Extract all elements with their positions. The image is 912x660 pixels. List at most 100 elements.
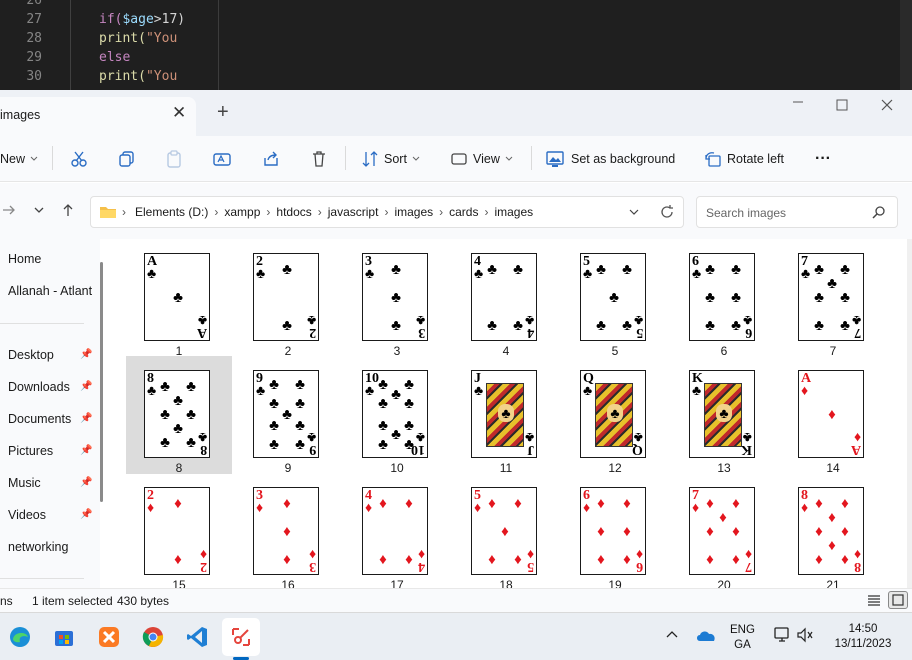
sort-button[interactable]: Sort [361, 136, 420, 182]
file-item[interactable]: 8 ♣ 8 ♣ ♣ ♣ ♣ ♣ ♣ ♣ ♣ ♣ 8 [126, 356, 232, 475]
navigation-scrollbar[interactable] [100, 262, 103, 502]
view-button[interactable]: View [450, 136, 513, 182]
editor-scrollbar[interactable] [900, 0, 912, 90]
breadcrumb-item[interactable]: javascript [328, 205, 379, 219]
refresh-icon[interactable] [659, 204, 675, 223]
chevron-right-icon: › [317, 205, 322, 219]
close-window-icon[interactable] [881, 98, 893, 115]
sidebar-item-networking[interactable]: networking [0, 536, 96, 558]
new-tab-button[interactable]: + [217, 101, 229, 124]
xampp-icon[interactable] [93, 621, 125, 653]
club-pip-icon: ♣ [295, 417, 305, 434]
club-pip-icon: ♣ [269, 417, 279, 434]
network-icon[interactable] [773, 626, 791, 647]
chrome-icon[interactable] [137, 621, 169, 653]
file-item[interactable]: 3 ♣ 3 ♣ ♣ ♣ ♣ 3 [344, 239, 450, 358]
file-item[interactable]: 2 ♣ 2 ♣ ♣ ♣ 2 [235, 239, 341, 358]
sidebar-item-downloads[interactable]: Downloads 📌 [0, 376, 96, 398]
card-corner-index: 3 ♣ [415, 312, 425, 340]
breadcrumb-item[interactable]: images [394, 205, 433, 219]
new-button[interactable]: New [0, 136, 38, 182]
file-item[interactable]: J ♣ J ♣ ♣ 11 [453, 356, 559, 475]
paste-icon [167, 150, 181, 168]
sidebar-item-label: Documents [8, 412, 72, 426]
snipping-tool-icon[interactable] [222, 618, 260, 656]
card-corner-index: 6 ♣ [692, 254, 702, 282]
volume-muted-icon[interactable] [796, 627, 814, 646]
onedrive-icon[interactable] [695, 628, 717, 645]
file-item[interactable]: 6 ♣ 6 ♣ ♣ ♣ ♣ ♣ ♣ ♣ 6 [671, 239, 777, 358]
file-item[interactable]: Q ♣ Q ♣ ♣ 12 [562, 356, 668, 475]
file-item[interactable]: 8 ♦ 8 ♦ ♦ ♦ ♦ ♦ ♦ ♦ ♦ ♦ 21 [780, 473, 886, 588]
chevron-right-icon: › [214, 205, 219, 219]
sidebar-item-pictures[interactable]: Pictures 📌 [0, 440, 96, 462]
content-scrollbar[interactable] [907, 239, 912, 588]
club-pip-icon: ♣ [827, 275, 837, 292]
file-item[interactable]: 3 ♦ 3 ♦ ♦ ♦ ♦ 16 [235, 473, 341, 588]
file-item[interactable]: 6 ♦ 6 ♦ ♦ ♦ ♦ ♦ ♦ ♦ 19 [562, 473, 668, 588]
sidebar-item-home[interactable]: Home [0, 248, 96, 270]
code-line[interactable]: print("You [99, 31, 177, 46]
set-as-background-button[interactable]: Set as background [546, 136, 675, 182]
recent-locations-icon[interactable] [33, 204, 45, 219]
file-item[interactable]: 2 ♦ 2 ♦ ♦ ♦ 15 [126, 473, 232, 588]
thumbnail-view-icon[interactable] [888, 591, 908, 609]
diamond-pip-icon: ♦ [405, 495, 413, 512]
card-corner-index: 8 ♣ [147, 371, 157, 399]
file-item[interactable]: 5 ♣ 5 ♣ ♣ ♣ ♣ ♣ ♣ 5 [562, 239, 668, 358]
copy-button[interactable] [118, 136, 136, 182]
file-item[interactable]: A ♣ A ♣ ♣ 1 [126, 239, 232, 358]
file-item[interactable]: 4 ♣ 4 ♣ ♣ ♣ ♣ ♣ 4 [453, 239, 559, 358]
file-item[interactable]: 5 ♦ 5 ♦ ♦ ♦ ♦ ♦ ♦ 18 [453, 473, 559, 588]
sidebar-item-desktop[interactable]: Desktop 📌 [0, 344, 96, 366]
sidebar-item-documents[interactable]: Documents 📌 [0, 408, 96, 430]
cut-button[interactable] [70, 136, 88, 182]
breadcrumb-item[interactable]: images [494, 205, 533, 219]
breadcrumb-item[interactable]: cards [449, 205, 478, 219]
file-item[interactable]: 7 ♣ 7 ♣ ♣ ♣ ♣ ♣ ♣ ♣ ♣ 7 [780, 239, 886, 358]
code-line[interactable]: if($age>17) [99, 12, 185, 27]
toolbar-separator [531, 146, 532, 170]
delete-button[interactable] [310, 136, 328, 182]
chevron-up-icon[interactable] [666, 629, 678, 642]
details-view-icon[interactable] [867, 593, 881, 610]
code-line[interactable]: print("You [99, 69, 177, 84]
card-thumbnail: 8 ♦ 8 ♦ ♦ ♦ ♦ ♦ ♦ ♦ ♦ ♦ [798, 487, 864, 575]
code-line[interactable]: else [99, 50, 130, 65]
file-item[interactable]: A ♦ A ♦ ♦ 14 [780, 356, 886, 475]
share-button[interactable] [262, 136, 280, 182]
breadcrumb-item[interactable]: xampp [224, 205, 260, 219]
up-arrow-icon[interactable] [61, 203, 75, 220]
breadcrumb-item[interactable]: Elements (D:) [135, 205, 208, 219]
file-item[interactable]: K ♣ K ♣ ♣ 13 [671, 356, 777, 475]
language-indicator[interactable]: ENG GA [730, 623, 755, 653]
search-icon [872, 205, 886, 222]
address-bar[interactable]: › Elements (D:) › xampp › htdocs › javascri… [90, 196, 684, 228]
card-corner-index: 2 ♣ [256, 254, 266, 282]
sidebar-item-music[interactable]: Music 📌 [0, 472, 96, 494]
tab-images[interactable]: images ✕ [0, 97, 196, 136]
file-item[interactable]: 9 ♣ 9 ♣ ♣ ♣ ♣ ♣ ♣ ♣ ♣ ♣ ♣ 9 [235, 356, 341, 475]
rotate-left-button[interactable]: Rotate left [704, 136, 784, 182]
file-item[interactable]: 10 ♣ 10 ♣ ♣ ♣ ♣ ♣ ♣ ♣ ♣ ♣ ♣ ♣ 10 [344, 356, 450, 475]
file-item[interactable]: 7 ♦ 7 ♦ ♦ ♦ ♦ ♦ ♦ ♦ ♦ 20 [671, 473, 777, 588]
maximize-icon[interactable] [836, 98, 848, 115]
address-dropdown-icon[interactable] [628, 207, 640, 221]
code-editor-window[interactable]: 26 27 28 29 30 if($age>17) print("You el… [0, 0, 912, 90]
store-icon[interactable] [48, 621, 80, 653]
vscode-icon[interactable] [181, 621, 213, 653]
file-item[interactable]: 4 ♦ 4 ♦ ♦ ♦ ♦ ♦ 17 [344, 473, 450, 588]
edge-icon[interactable] [4, 621, 36, 653]
search-input[interactable]: Search images [696, 196, 898, 228]
rename-button[interactable] [213, 136, 231, 182]
sidebar-item-onedrive[interactable]: Allanah - Atlant [0, 280, 96, 302]
breadcrumb: Elements (D:) › xampp › htdocs › javascript… [135, 205, 533, 219]
paste-button[interactable] [165, 136, 183, 182]
close-tab-icon[interactable]: ✕ [172, 103, 186, 123]
breadcrumb-item[interactable]: htdocs [276, 205, 311, 219]
clock[interactable]: 14:50 13/11/2023 [828, 622, 898, 652]
sidebar-item-videos[interactable]: Videos 📌 [0, 504, 96, 526]
minimize-icon[interactable] [792, 95, 804, 112]
more-options-button[interactable]: ··· [815, 136, 831, 182]
forward-icon[interactable] [2, 203, 16, 220]
